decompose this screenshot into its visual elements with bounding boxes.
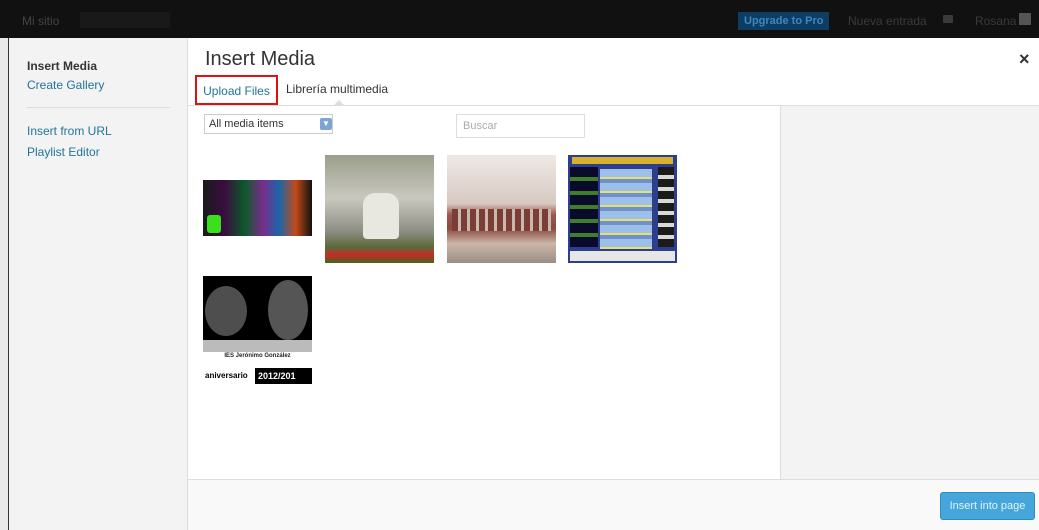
user-name[interactable]: Rosana	[975, 14, 1016, 28]
admin-bar-search[interactable]	[80, 12, 170, 28]
admin-bar: Mi sitio Upgrade to Pro Nueva entrada Ro…	[0, 0, 1039, 38]
poster-header	[572, 157, 673, 164]
attachment-thumbnail[interactable]: IES Jerónimo González aniversario 2012/2…	[203, 276, 312, 384]
search-input[interactable]	[456, 114, 585, 138]
attachment-details-sidebar	[780, 106, 1039, 479]
poster-left-text: aniversario	[203, 368, 255, 384]
modal-title: Insert Media	[205, 48, 316, 70]
tab-upload-files[interactable]: Upload Files	[195, 75, 278, 105]
poster-column-left	[570, 167, 598, 247]
statue-image	[363, 193, 399, 239]
new-entry-link[interactable]: Nueva entrada	[848, 14, 927, 28]
attachments-browser: All media items ▼ IES Jerónimo González …	[188, 106, 780, 479]
media-filter-value: All media items	[209, 118, 284, 130]
media-footer: Insert into page	[188, 479, 1039, 530]
menu-item-insert-media[interactable]: Insert Media	[27, 59, 97, 73]
media-router: Upload Files Librería multimedia	[188, 75, 1039, 106]
media-menu: Insert Media Create Gallery Insert from …	[9, 38, 188, 530]
attachment-thumbnail[interactable]	[325, 155, 434, 263]
poster-footer	[570, 251, 675, 261]
poster-shape	[205, 286, 247, 336]
attachment-thumbnail[interactable]	[568, 155, 677, 263]
chevron-down-icon[interactable]: ▼	[320, 118, 332, 130]
poster-bottom: aniversario 2012/201	[203, 368, 312, 384]
poster-shape	[268, 280, 308, 340]
smoke-highlight	[207, 215, 221, 233]
site-name-link[interactable]: Mi sitio	[22, 14, 59, 28]
close-icon[interactable]: ×	[1019, 49, 1030, 70]
insert-into-page-button[interactable]: Insert into page	[940, 492, 1035, 520]
poster-column-center	[600, 169, 652, 249]
building-image	[452, 209, 551, 231]
menu-separator	[27, 107, 170, 108]
media-modal: Insert Media Create Gallery Insert from …	[8, 38, 1039, 530]
upgrade-button[interactable]: Upgrade to Pro	[738, 12, 830, 30]
comment-icon[interactable]	[943, 15, 953, 23]
attachment-thumbnail[interactable]	[203, 155, 312, 263]
poster-photo-strip	[203, 340, 312, 352]
menu-item-insert-from-url[interactable]: Insert from URL	[27, 124, 112, 138]
attachment-thumbnail[interactable]	[447, 155, 556, 263]
avatar[interactable]	[1019, 13, 1031, 25]
poster-right-text: 2012/201	[255, 368, 312, 384]
menu-item-create-gallery[interactable]: Create Gallery	[27, 78, 104, 92]
media-filter-select[interactable]: All media items ▼	[204, 114, 333, 134]
poster-caption: IES Jerónimo González	[224, 353, 291, 359]
menu-item-playlist-editor[interactable]: Playlist Editor	[27, 145, 100, 159]
poster-column-right	[658, 167, 674, 247]
